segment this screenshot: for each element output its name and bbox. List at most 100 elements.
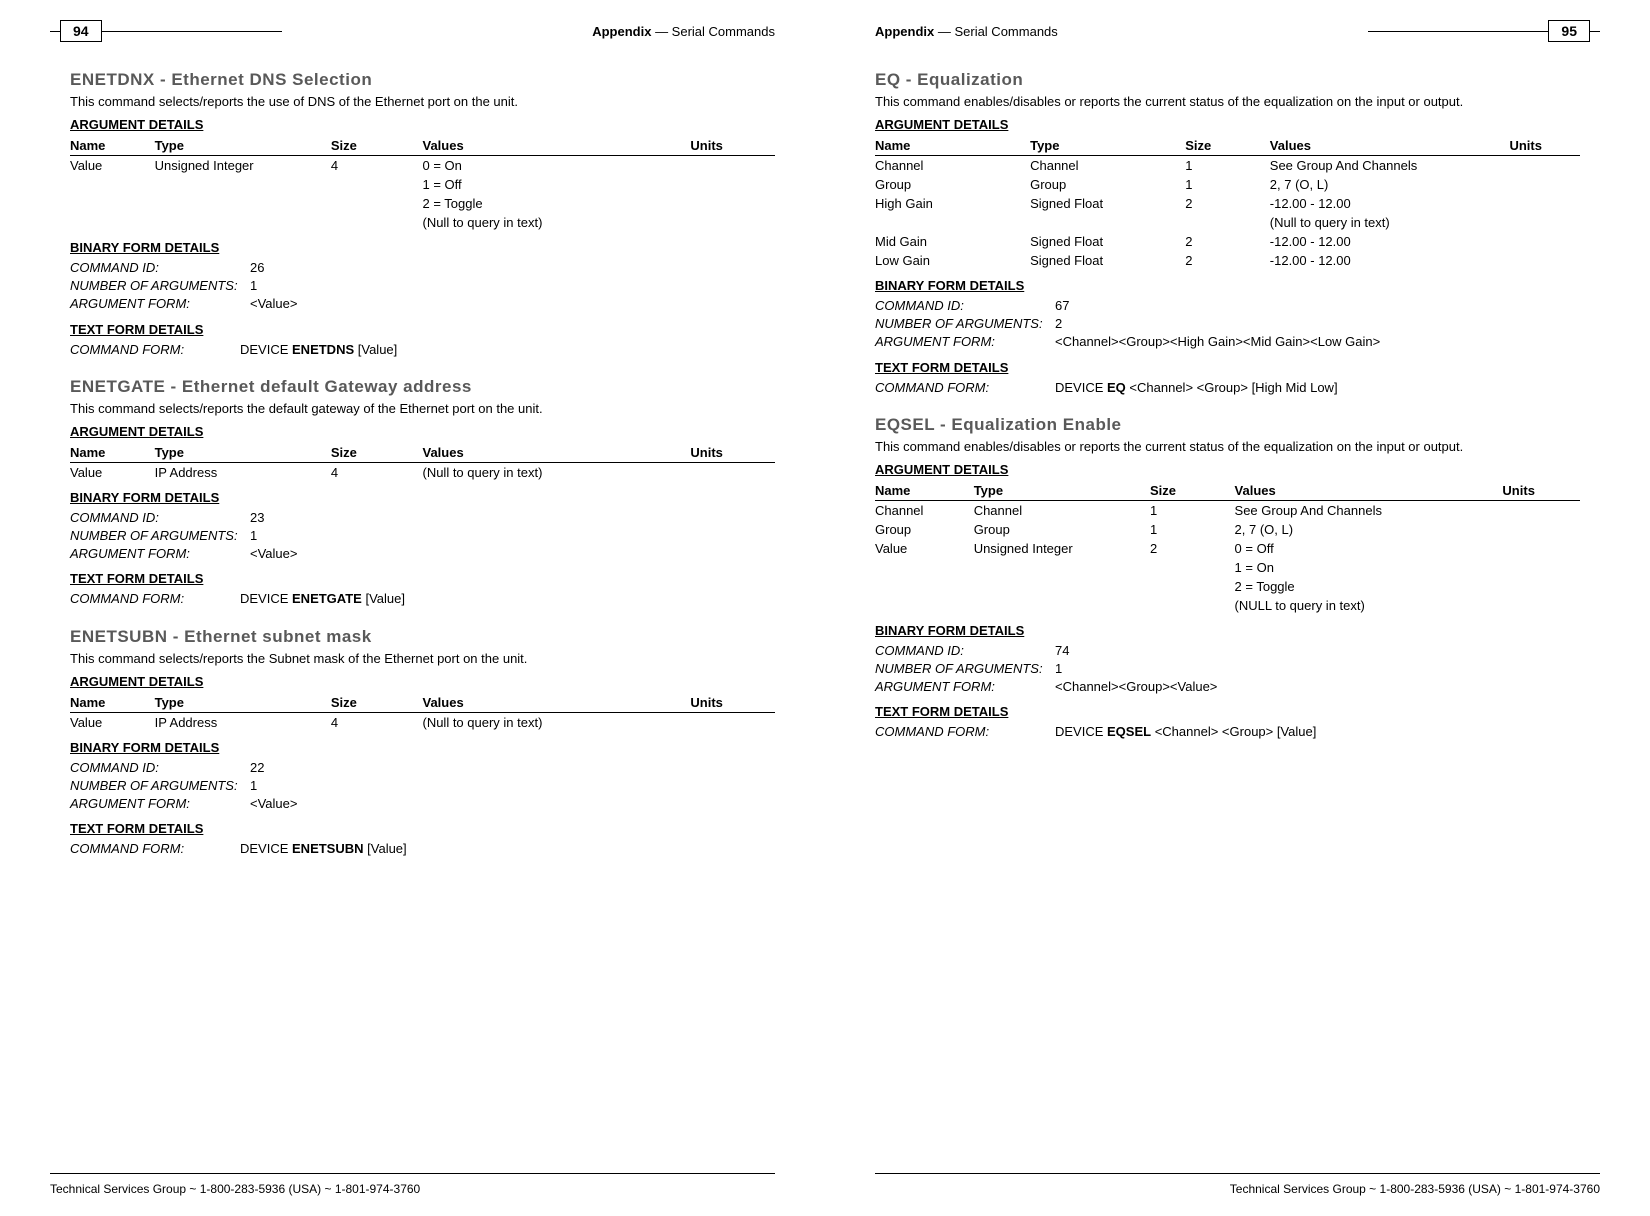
arg-details-head: ARGUMENT DETAILS xyxy=(70,674,775,689)
table-row: (Null to query in text) xyxy=(875,213,1580,232)
th-name: Name xyxy=(70,136,155,156)
text-details-head: TEXT FORM DETAILS xyxy=(70,821,775,836)
kv-val: 1 xyxy=(250,277,257,295)
kv-val: DEVICE ENETDNS [Value] xyxy=(240,342,397,357)
kv-row: COMMAND ID:23 xyxy=(70,509,775,527)
header-rule xyxy=(50,31,60,32)
kv-val: 26 xyxy=(250,259,264,277)
page-right: Appendix — Serial Commands 95 EQ - Equal… xyxy=(825,0,1650,1216)
cmd-title-enetgate: ENETGATE - Ethernet default Gateway addr… xyxy=(70,377,775,397)
header-appendix: Appendix xyxy=(592,24,651,39)
arg-table-enetsubn: Name Type Size Values Units ValueIP Addr… xyxy=(70,693,775,732)
bin-details-head: BINARY FORM DETAILS xyxy=(875,623,1580,638)
footer-rule xyxy=(50,1173,775,1174)
cmd-title-eqsel: EQSEL - Equalization Enable xyxy=(875,415,1580,435)
header-rule xyxy=(102,31,282,32)
cmd-title-eq: EQ - Equalization xyxy=(875,70,1580,90)
footer-text: Technical Services Group ~ 1-800-283-593… xyxy=(875,1182,1600,1196)
table-row: Low GainSigned Float2-12.00 - 12.00 xyxy=(875,251,1580,270)
header-rule xyxy=(1590,31,1600,32)
arg-table-eqsel: Name Type Size Values Units ChannelChann… xyxy=(875,481,1580,615)
arg-table-enetdnx: Name Type Size Values Units ValueUnsigne… xyxy=(70,136,775,232)
arg-details-head: ARGUMENT DETAILS xyxy=(875,462,1580,477)
kv-row: NUMBER OF ARGUMENTS:1 xyxy=(70,527,775,545)
table-row: 1 = Off xyxy=(70,175,775,194)
arg-details-head: ARGUMENT DETAILS xyxy=(70,424,775,439)
footer-left: Technical Services Group ~ 1-800-283-593… xyxy=(50,1173,775,1196)
kv-row: COMMAND FORM:DEVICE ENETSUBN [Value] xyxy=(70,840,775,858)
left-content: ENETDNX - Ethernet DNS Selection This co… xyxy=(50,70,775,858)
kv-row: ARGUMENT FORM:<Value> xyxy=(70,795,775,813)
th-values: Values xyxy=(422,136,690,156)
footer-right: Technical Services Group ~ 1-800-283-593… xyxy=(875,1173,1600,1196)
bin-details-head: BINARY FORM DETAILS xyxy=(875,278,1580,293)
table-row: ValueUnsigned Integer40 = On xyxy=(70,156,775,176)
table-header-row: Name Type Size Values Units xyxy=(875,481,1580,501)
table-row: (NULL to query in text) xyxy=(875,596,1580,615)
arg-table-enetgate: Name Type Size Values Units ValueIP Addr… xyxy=(70,443,775,482)
page-number-left: 94 xyxy=(60,20,102,42)
kv-row: COMMAND FORM:DEVICE ENETGATE [Value] xyxy=(70,590,775,608)
arg-table-eq: Name Type Size Values Units ChannelChann… xyxy=(875,136,1580,270)
kv-row: ARGUMENT FORM:<Value> xyxy=(70,295,775,313)
kv-row: COMMAND ID:26 xyxy=(70,259,775,277)
kv-row: NUMBER OF ARGUMENTS:2 xyxy=(875,315,1580,333)
cmd-desc-enetdnx: This command selects/reports the use of … xyxy=(70,94,775,109)
table-row: ValueIP Address4(Null to query in text) xyxy=(70,712,775,732)
kv-row: ARGUMENT FORM:<Value> xyxy=(70,545,775,563)
table-row: GroupGroup12, 7 (O, L) xyxy=(875,520,1580,539)
footer-text: Technical Services Group ~ 1-800-283-593… xyxy=(50,1182,775,1196)
kv-row: ARGUMENT FORM:<Channel><Group><High Gain… xyxy=(875,333,1580,351)
table-header-row: Name Type Size Values Units xyxy=(70,136,775,156)
bin-details-head: BINARY FORM DETAILS xyxy=(70,240,775,255)
kv-row: COMMAND FORM:DEVICE EQ <Channel> <Group>… xyxy=(875,379,1580,397)
arg-details-head: ARGUMENT DETAILS xyxy=(70,117,775,132)
page-number-right: 95 xyxy=(1548,20,1590,42)
header-right: Appendix — Serial Commands 95 xyxy=(875,20,1600,42)
table-row: 2 = Toggle xyxy=(875,577,1580,596)
bin-details-head: BINARY FORM DETAILS xyxy=(70,490,775,505)
cmd-desc-eqsel: This command enables/disables or reports… xyxy=(875,439,1580,454)
bin-details-head: BINARY FORM DETAILS xyxy=(70,740,775,755)
text-details-head: TEXT FORM DETAILS xyxy=(70,571,775,586)
cmd-desc-eq: This command enables/disables or reports… xyxy=(875,94,1580,109)
table-row: ValueIP Address4(Null to query in text) xyxy=(70,462,775,482)
cmd-desc-enetgate: This command selects/reports the default… xyxy=(70,401,775,416)
kv-row: NUMBER OF ARGUMENTS:1 xyxy=(875,660,1580,678)
cmd-title-enetsubn: ENETSUBN - Ethernet subnet mask xyxy=(70,627,775,647)
table-row: Mid GainSigned Float2-12.00 - 12.00 xyxy=(875,232,1580,251)
header-title: Appendix — Serial Commands xyxy=(592,24,775,39)
kv-row: COMMAND FORM:DEVICE ENETDNS [Value] xyxy=(70,341,775,359)
kv-label: COMMAND FORM: xyxy=(70,341,240,359)
kv-row: NUMBER OF ARGUMENTS:1 xyxy=(70,777,775,795)
kv-label: ARGUMENT FORM: xyxy=(70,295,250,313)
kv-label: NUMBER OF ARGUMENTS: xyxy=(70,277,250,295)
footer-rule xyxy=(875,1173,1600,1174)
cmd-title-enetdnx: ENETDNX - Ethernet DNS Selection xyxy=(70,70,775,90)
header-left: 94 Appendix — Serial Commands xyxy=(50,20,775,42)
table-row: GroupGroup12, 7 (O, L) xyxy=(875,175,1580,194)
kv-row: COMMAND ID:22 xyxy=(70,759,775,777)
arg-details-head: ARGUMENT DETAILS xyxy=(875,117,1580,132)
header-rule xyxy=(1368,31,1548,32)
table-row: 1 = On xyxy=(875,558,1580,577)
table-row: (Null to query in text) xyxy=(70,213,775,232)
table-row: ChannelChannel1See Group And Channels xyxy=(875,500,1580,520)
kv-row: COMMAND ID:74 xyxy=(875,642,1580,660)
th-units: Units xyxy=(690,136,775,156)
kv-row: NUMBER OF ARGUMENTS:1 xyxy=(70,277,775,295)
table-row: 2 = Toggle xyxy=(70,194,775,213)
right-content: EQ - Equalization This command enables/d… xyxy=(875,70,1600,742)
kv-row: COMMAND ID:67 xyxy=(875,297,1580,315)
kv-label: COMMAND ID: xyxy=(70,259,250,277)
header-subtitle: — Serial Commands xyxy=(651,24,775,39)
text-details-head: TEXT FORM DETAILS xyxy=(70,322,775,337)
th-type: Type xyxy=(155,136,331,156)
table-header-row: Name Type Size Values Units xyxy=(875,136,1580,156)
cmd-desc-enetsubn: This command selects/reports the Subnet … xyxy=(70,651,775,666)
table-header-row: Name Type Size Values Units xyxy=(70,693,775,713)
th-size: Size xyxy=(331,136,423,156)
table-row: ValueUnsigned Integer20 = Off xyxy=(875,539,1580,558)
page-left: 94 Appendix — Serial Commands ENETDNX - … xyxy=(0,0,825,1216)
kv-val: <Value> xyxy=(250,295,297,313)
